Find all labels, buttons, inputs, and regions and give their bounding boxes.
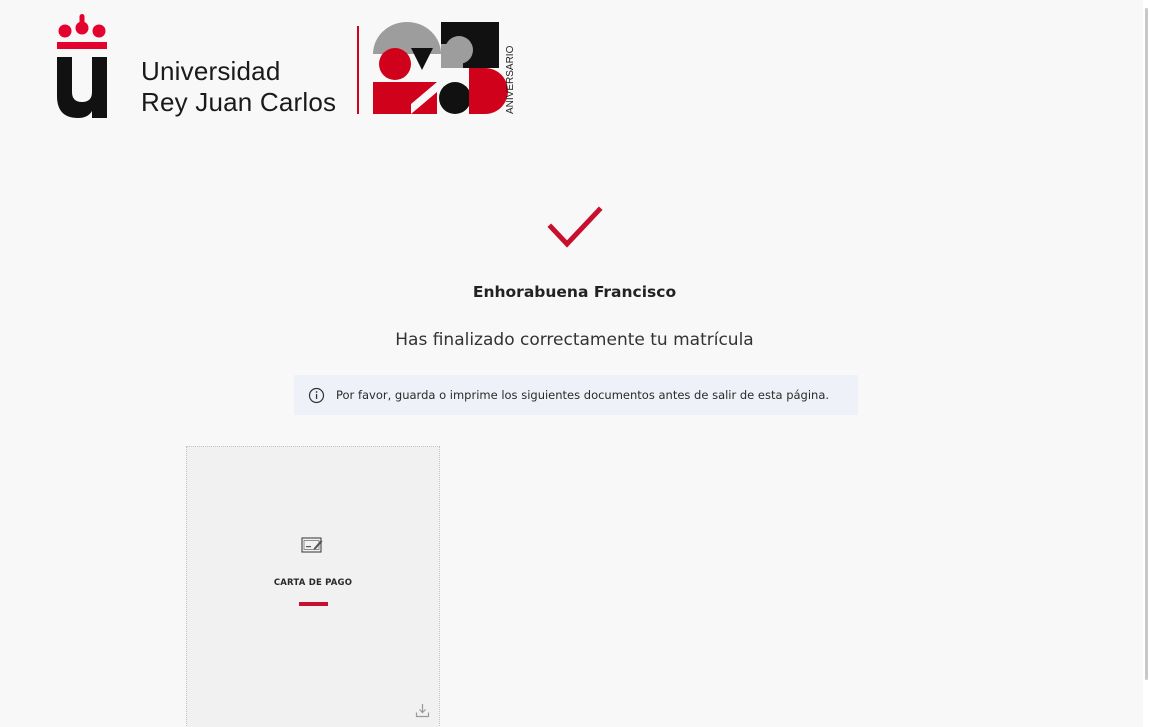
payment-document-icon	[301, 537, 323, 553]
enrollment-confirmation-page: Universidad Rey Juan Carlos ANIVERSARIO	[0, 0, 1143, 727]
info-notice: Por favor, guarda o imprime los siguient…	[294, 375, 858, 415]
scrollbar-thumb[interactable]	[1145, 8, 1148, 680]
page-subtitle: Has finalizado correctamente tu matrícul…	[395, 330, 754, 350]
page-title: Enhorabuena Francisco	[472, 283, 677, 301]
25-aniversario-icon: ANIVERSARIO	[373, 22, 516, 114]
university-name: Universidad Rey Juan Carlos	[141, 56, 336, 118]
anniversary-label: ANIVERSARIO	[505, 45, 516, 114]
info-icon	[308, 387, 325, 403]
checkmark-icon	[547, 206, 603, 248]
university-name-line1: Universidad	[141, 56, 281, 86]
document-label: CARTA DE PAGO	[273, 578, 353, 588]
logo-divider	[357, 26, 359, 114]
document-card-carta-de-pago[interactable]: CARTA DE PAGO	[186, 446, 440, 727]
urjc-logo-icon	[57, 14, 107, 118]
info-notice-text: Por favor, guarda o imprime los siguient…	[336, 388, 830, 402]
university-logo[interactable]: Universidad Rey Juan Carlos ANIVERSARIO	[50, 12, 530, 122]
document-accent-bar	[299, 602, 328, 606]
university-name-line2: Rey Juan Carlos	[141, 87, 337, 117]
download-icon[interactable]	[415, 703, 430, 718]
